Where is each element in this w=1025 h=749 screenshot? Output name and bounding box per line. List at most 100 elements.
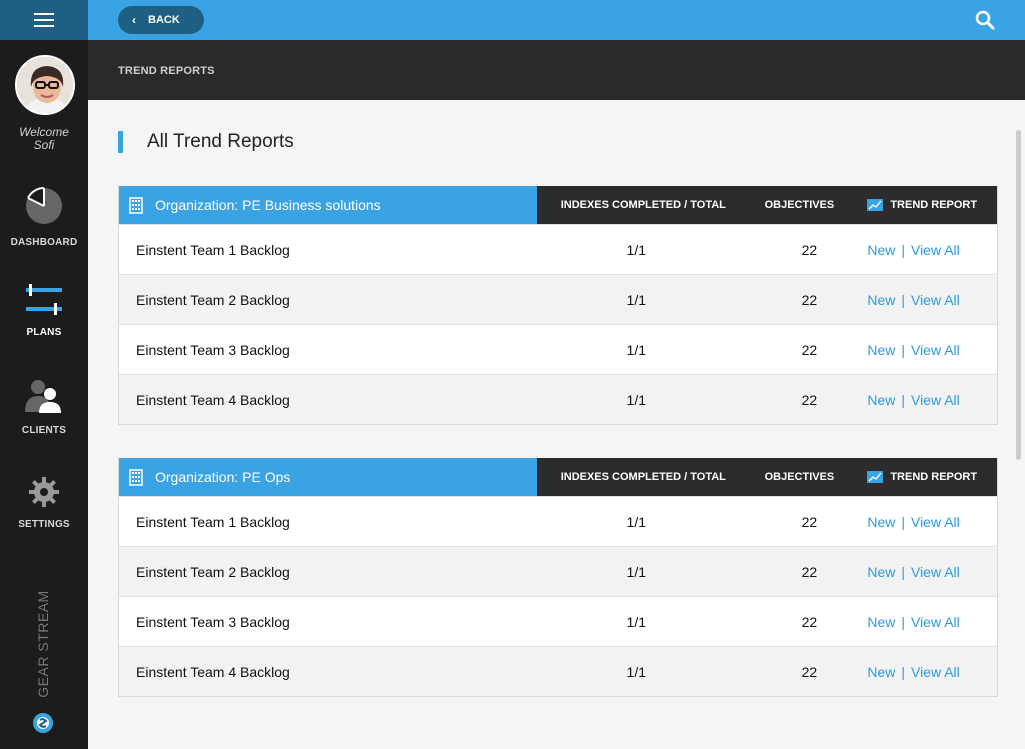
main-content: All Trend Reports Organization: PE Busin… — [88, 100, 1025, 749]
column-header-indexes: INDEXES COMPLETED / TOTAL — [560, 471, 726, 483]
sub-header: TREND REPORTS — [88, 40, 1025, 100]
org-table: Organization: PE Business solutions INDE… — [118, 186, 998, 425]
trend-report-links: New | View All — [849, 664, 997, 680]
new-report-link[interactable]: New — [867, 564, 895, 580]
backlog-name: Einstent Team 3 Backlog — [136, 341, 290, 358]
column-header-trend-report: TREND REPORT — [849, 458, 997, 496]
org-name-cell: Organization: PE Business solutions — [119, 186, 538, 224]
search-icon[interactable] — [975, 10, 995, 30]
org-name: Organization: PE Ops — [155, 469, 291, 485]
link-separator: | — [901, 341, 905, 358]
brand-wordmark: GEAR STREAM — [28, 590, 58, 697]
indexes-value: 1/1 — [626, 341, 646, 358]
view-all-link[interactable]: View All — [911, 392, 960, 408]
top-bar: ‹ BACK — [88, 0, 1025, 40]
table-row: Einstent Team 4 Backlog 1/1 22 New | View … — [119, 374, 997, 424]
plans-icon — [26, 284, 62, 315]
brand-text: GEAR STREAM — [35, 590, 51, 698]
indexes-value: 1/1 — [626, 613, 646, 630]
user-avatar-icon — [17, 57, 73, 113]
backlog-name: Einstent Team 1 Backlog — [136, 241, 290, 258]
breadcrumb: TREND REPORTS — [118, 65, 215, 77]
link-separator: | — [901, 663, 905, 680]
nav-settings[interactable]: SETTINGS — [0, 476, 88, 530]
view-all-link[interactable]: View All — [911, 564, 960, 580]
table-row: Einstent Team 2 Backlog 1/1 22 New | View … — [119, 274, 997, 324]
column-header-trend-report: TREND REPORT — [849, 186, 997, 224]
link-separator: | — [901, 291, 905, 308]
back-button[interactable]: ‹ BACK — [118, 6, 204, 34]
link-separator: | — [901, 613, 905, 630]
backlog-name: Einstent Team 2 Backlog — [136, 563, 290, 580]
indexes-value: 1/1 — [626, 563, 646, 580]
nav-plans[interactable]: PLANS — [0, 282, 88, 338]
trend-report-links: New | View All — [849, 292, 997, 308]
backlog-name: Einstent Team 2 Backlog — [136, 291, 290, 308]
view-all-link[interactable]: View All — [911, 514, 960, 530]
new-report-link[interactable]: New — [867, 342, 895, 358]
chevron-left-icon: ‹ — [132, 13, 136, 27]
objectives-value: 22 — [801, 241, 818, 258]
building-icon — [129, 196, 143, 214]
trend-report-label: TREND REPORT — [890, 199, 978, 211]
column-header-objectives: OBJECTIVES — [764, 471, 835, 483]
column-header-objectives: OBJECTIVES — [764, 199, 835, 211]
view-all-link[interactable]: View All — [911, 614, 960, 630]
new-report-link[interactable]: New — [867, 292, 895, 308]
new-report-link[interactable]: New — [867, 242, 895, 258]
view-all-link[interactable]: View All — [911, 342, 960, 358]
table-row: Einstent Team 3 Backlog 1/1 22 New | View … — [119, 596, 997, 646]
nav-settings-label: SETTINGS — [18, 519, 70, 530]
welcome-text: Welcome Sofi — [0, 126, 88, 152]
table-row: Einstent Team 1 Backlog 1/1 22 New | View … — [119, 496, 997, 546]
link-separator: | — [901, 391, 905, 408]
trend-report-links: New | View All — [849, 514, 997, 530]
hamburger-icon — [34, 13, 54, 27]
table-row: Einstent Team 1 Backlog 1/1 22 New | View … — [119, 224, 997, 274]
objectives-value: 22 — [801, 391, 818, 408]
org-table-header: Organization: PE Business solutions INDE… — [119, 186, 997, 224]
table-row: Einstent Team 3 Backlog 1/1 22 New | View … — [119, 324, 997, 374]
view-all-link[interactable]: View All — [911, 292, 960, 308]
nav-dashboard[interactable]: DASHBOARD — [0, 186, 88, 248]
backlog-name: Einstent Team 4 Backlog — [136, 391, 290, 408]
backlog-name: Einstent Team 4 Backlog — [136, 663, 290, 680]
user-name: Sofi — [33, 138, 55, 152]
org-table-header: Organization: PE Ops INDEXES COMPLETED /… — [119, 458, 997, 496]
view-all-link[interactable]: View All — [911, 242, 960, 258]
trend-report-links: New | View All — [849, 342, 997, 358]
table-row: Einstent Team 2 Backlog 1/1 22 New | View … — [119, 546, 997, 596]
page-title: All Trend Reports — [118, 131, 294, 153]
nav-clients-label: CLIENTS — [21, 425, 67, 436]
indexes-value: 1/1 — [626, 291, 646, 308]
objectives-value: 22 — [801, 341, 818, 358]
back-button-label: BACK — [148, 14, 180, 26]
gear-icon — [29, 477, 59, 507]
indexes-value: 1/1 — [626, 513, 646, 530]
trend-report-links: New | View All — [849, 242, 997, 258]
nav-clients[interactable]: CLIENTS — [0, 378, 88, 436]
objectives-value: 22 — [801, 613, 818, 630]
backlog-name: Einstent Team 3 Backlog — [136, 613, 290, 630]
trend-report-links: New | View All — [849, 392, 997, 408]
scrollbar[interactable] — [1016, 130, 1021, 460]
sidebar: Welcome Sofi DASHBOARD PLANS CLIENTS SET… — [0, 0, 88, 749]
new-report-link[interactable]: New — [867, 664, 895, 680]
nav-dashboard-label: DASHBOARD — [10, 237, 78, 248]
new-report-link[interactable]: New — [867, 514, 895, 530]
link-separator: | — [901, 241, 905, 258]
new-report-link[interactable]: New — [867, 392, 895, 408]
hamburger-menu-button[interactable] — [0, 0, 88, 40]
new-report-link[interactable]: New — [867, 614, 895, 630]
objectives-value: 22 — [801, 663, 818, 680]
indexes-value: 1/1 — [626, 241, 646, 258]
trend-chart-icon — [867, 471, 884, 483]
clients-icon — [25, 380, 61, 413]
objectives-value: 22 — [801, 563, 818, 580]
trend-report-links: New | View All — [849, 614, 997, 630]
view-all-link[interactable]: View All — [911, 664, 960, 680]
avatar[interactable] — [15, 55, 75, 115]
link-separator: | — [901, 563, 905, 580]
org-table: Organization: PE Ops INDEXES COMPLETED /… — [118, 458, 998, 697]
dashboard-icon — [26, 187, 62, 224]
